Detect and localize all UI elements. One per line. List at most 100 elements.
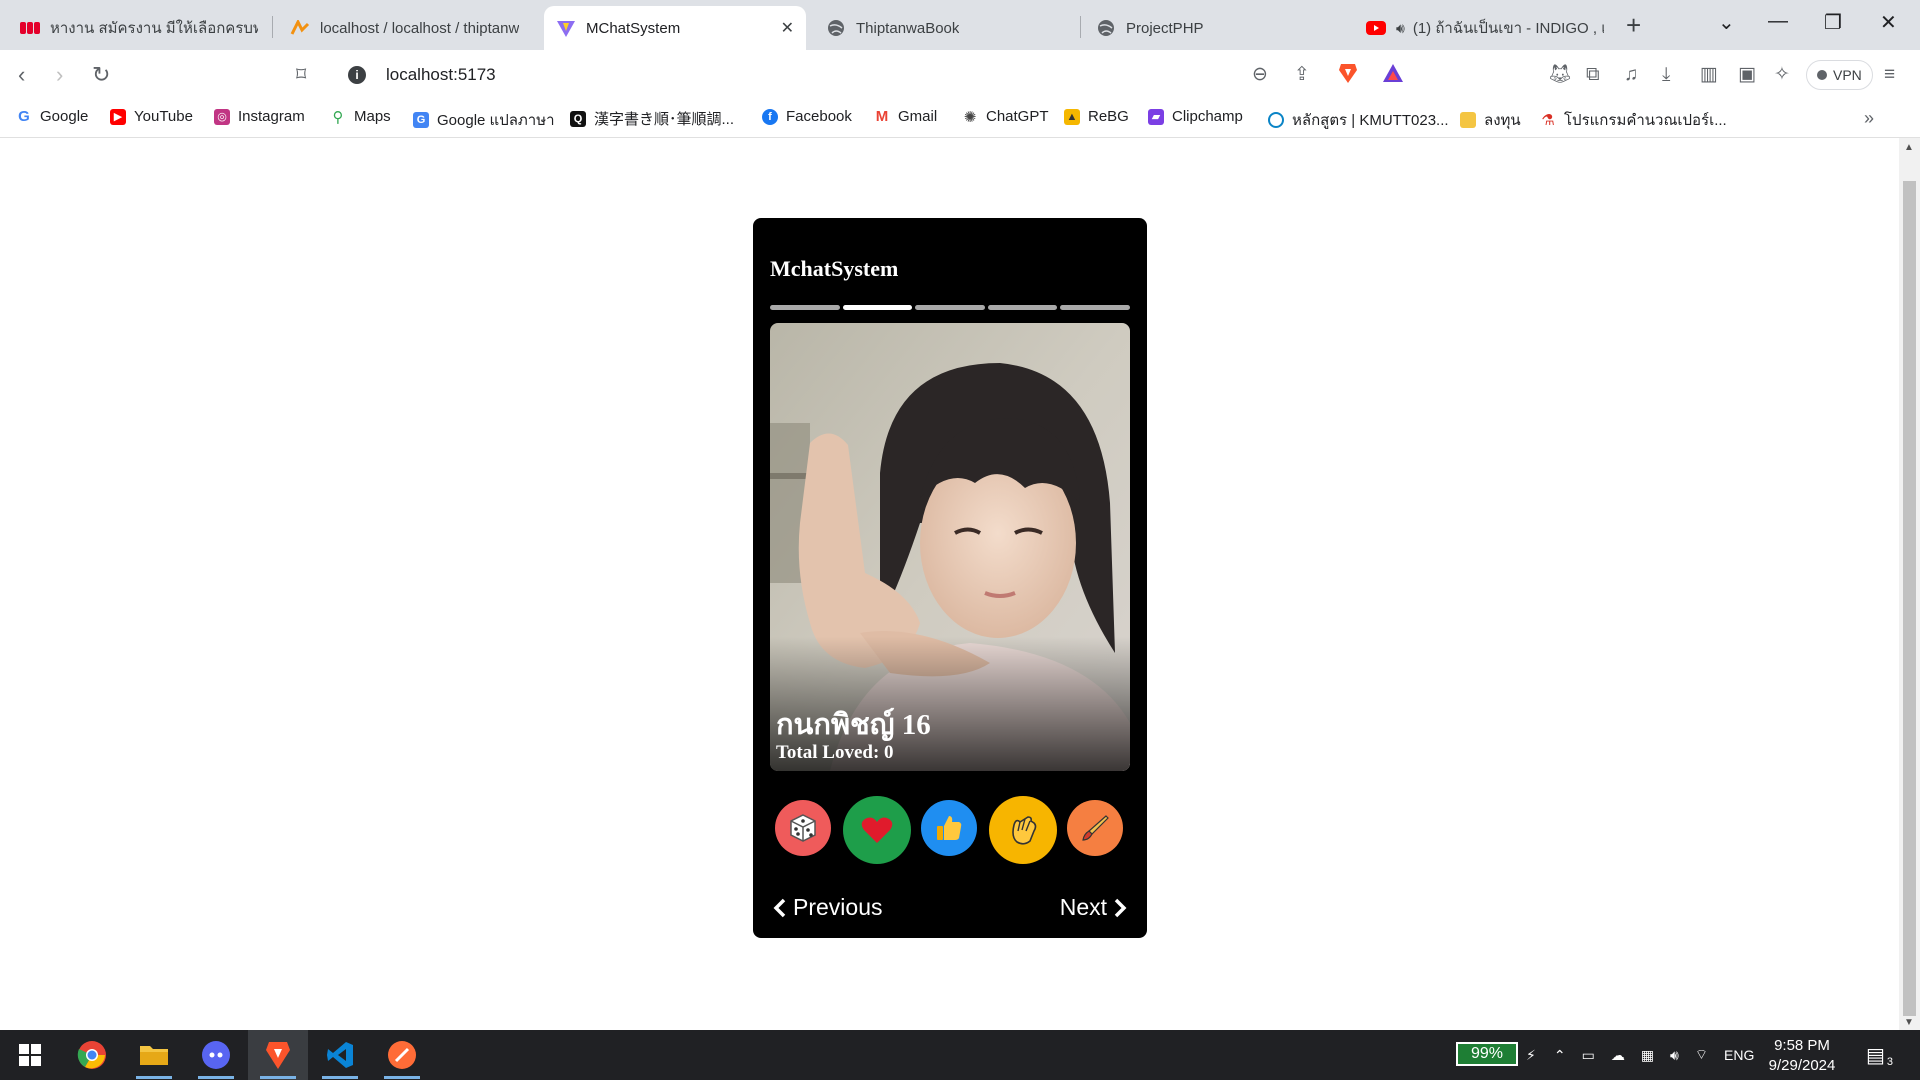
scroll-up-icon[interactable]: ▲ bbox=[1904, 142, 1914, 153]
thumbs-up-icon bbox=[937, 816, 962, 840]
vscode-taskbar[interactable] bbox=[310, 1030, 370, 1080]
maps-icon: ⚲ bbox=[330, 108, 346, 126]
site-info-icon[interactable]: i bbox=[348, 66, 366, 84]
leo-ai-icon[interactable]: ✧ bbox=[1774, 64, 1790, 86]
love-button[interactable] bbox=[843, 796, 911, 864]
scroll-thumb[interactable] bbox=[1903, 181, 1916, 1016]
charging-icon[interactable]: ⚡︎ bbox=[1526, 1047, 1536, 1064]
bookmark-kmutt[interactable]: หลักสูตร | KMUTT023... bbox=[1268, 108, 1449, 132]
brave-shield-icon[interactable] bbox=[1338, 62, 1358, 90]
globe-icon bbox=[1096, 18, 1116, 38]
wallet-icon[interactable]: ▣ bbox=[1738, 64, 1756, 86]
media-icon[interactable]: ♫ bbox=[1624, 64, 1638, 86]
progress-segment[interactable] bbox=[915, 305, 985, 310]
extensions-icon[interactable]: ⧉ bbox=[1586, 64, 1600, 86]
folder-icon bbox=[140, 1046, 168, 1065]
start-button[interactable] bbox=[0, 1030, 60, 1080]
taskbar: 99% ⚡︎ ⌃ ▭ ☁︎ ▦ 🔊︎ ⌔ ENG 9:58 PM 9/29/20… bbox=[0, 1030, 1920, 1080]
tab-phpmyadmin[interactable]: localhost / localhost / thiptanw bbox=[278, 6, 540, 50]
bookmark-label: Gmail bbox=[898, 108, 938, 125]
progress-segment[interactable] bbox=[842, 305, 913, 310]
bookmark-instagram[interactable]: ◎ Instagram bbox=[214, 108, 305, 125]
restore-button[interactable]: ❐ bbox=[1824, 10, 1842, 35]
bookmark-gmail[interactable]: M Gmail bbox=[874, 108, 937, 125]
chrome-taskbar[interactable] bbox=[62, 1030, 122, 1080]
vpn-button[interactable]: VPN bbox=[1806, 60, 1873, 90]
speaker-icon[interactable]: 🔊︎ bbox=[1396, 20, 1405, 37]
language-indicator[interactable]: ENG bbox=[1724, 1047, 1754, 1063]
battery-indicator[interactable]: 99% bbox=[1456, 1042, 1518, 1066]
tab-mchatsystem[interactable]: MChatSystem ✕ bbox=[544, 6, 806, 50]
bookmark-facebook[interactable]: f Facebook bbox=[762, 108, 852, 125]
clock[interactable]: 9:58 PM 9/29/2024 bbox=[1762, 1036, 1842, 1076]
volume-icon[interactable]: 🔊︎ bbox=[1670, 1047, 1679, 1064]
minimize-button[interactable]: — bbox=[1768, 10, 1788, 33]
youtube-icon bbox=[1366, 18, 1386, 38]
vscode-icon bbox=[327, 1042, 353, 1068]
profile-photo[interactable]: กนกพิชญ์ 16 Total Loved: 0 bbox=[770, 323, 1130, 771]
rebg-icon: ▲ bbox=[1064, 108, 1080, 125]
tab-jobs[interactable]: หางาน สมัครงาน มีให้เลือกครบทุกสา bbox=[8, 6, 270, 50]
battery-icon[interactable]: ▭ bbox=[1582, 1047, 1595, 1064]
progress-segment[interactable] bbox=[770, 305, 840, 310]
jobsdb-icon bbox=[20, 18, 40, 38]
bookmark-icon[interactable]: ⌑ bbox=[296, 62, 306, 88]
kanji-icon: Q bbox=[570, 110, 586, 127]
bookmark-rebg[interactable]: ▲ ReBG bbox=[1064, 108, 1129, 125]
more-bookmarks-icon[interactable]: » bbox=[1864, 108, 1874, 129]
notification-center-button[interactable]: ▤ 3 bbox=[1866, 1030, 1893, 1080]
bookmark-label: ReBG bbox=[1088, 108, 1129, 125]
close-window-button[interactable]: ✕ bbox=[1880, 10, 1897, 35]
close-tab-icon[interactable]: ✕ bbox=[773, 18, 794, 38]
bookmark-kanji[interactable]: Q 漢字書き順･筆順調... bbox=[570, 108, 734, 129]
onedrive-icon[interactable]: ☁︎ bbox=[1611, 1047, 1625, 1064]
menu-icon[interactable]: ≡ bbox=[1884, 64, 1895, 86]
forward-arrow-icon[interactable]: › bbox=[56, 62, 63, 88]
display-icon[interactable]: ▦ bbox=[1641, 1047, 1654, 1064]
next-button[interactable]: Next bbox=[1060, 894, 1127, 921]
tab-projectphp[interactable]: ProjectPHP bbox=[1084, 6, 1346, 50]
progress-segment[interactable] bbox=[987, 305, 1058, 310]
brush-icon bbox=[1082, 815, 1109, 841]
sidebar-icon[interactable]: ▥ bbox=[1700, 64, 1718, 86]
like-button[interactable] bbox=[921, 800, 977, 856]
brave-taskbar[interactable] bbox=[248, 1030, 308, 1080]
download-icon[interactable]: ⤓ bbox=[1662, 64, 1670, 86]
tab-search-chevron-icon[interactable]: ⌄ bbox=[1718, 10, 1735, 35]
edit-button[interactable] bbox=[1067, 800, 1123, 856]
progress-segment[interactable] bbox=[1060, 305, 1130, 310]
metamask-icon[interactable]: 🦊︎ bbox=[1548, 64, 1572, 86]
file-explorer-taskbar[interactable] bbox=[124, 1030, 184, 1080]
back-arrow-icon[interactable]: ‹ bbox=[18, 62, 25, 88]
bookmark-google[interactable]: G Google bbox=[16, 108, 88, 125]
url-text: localhost:5173 bbox=[386, 65, 496, 84]
scrollbar[interactable]: ▲ ▼ bbox=[1899, 138, 1920, 1030]
bookmark-folder-invest[interactable]: ลงทุน bbox=[1460, 108, 1521, 132]
brave-rewards-icon[interactable] bbox=[1382, 63, 1404, 89]
tab-thiptanwabook[interactable]: ThiptanwaBook bbox=[814, 6, 1076, 50]
tab-title: MChatSystem bbox=[586, 19, 681, 37]
scroll-down-icon[interactable]: ▼ bbox=[1904, 1017, 1914, 1028]
clap-icon bbox=[1012, 816, 1037, 845]
tab-youtube-music[interactable]: 🔊︎ (1) ถ้าฉันเป็นเขา - INDIGO , แ bbox=[1354, 6, 1616, 50]
bookmark-youtube[interactable]: ▶ YouTube bbox=[110, 108, 193, 125]
bookmark-chatgpt[interactable]: ✺ ChatGPT bbox=[962, 108, 1049, 126]
wifi-icon[interactable]: ⌔ bbox=[1695, 1046, 1708, 1064]
previous-label: Previous bbox=[793, 894, 883, 920]
clap-button[interactable] bbox=[989, 796, 1057, 864]
bookmark-clipchamp[interactable]: ▰ Clipchamp bbox=[1148, 108, 1243, 125]
zoom-icon[interactable]: ⊖ bbox=[1252, 64, 1268, 86]
postman-taskbar[interactable] bbox=[372, 1030, 432, 1080]
new-tab-button[interactable]: + bbox=[1626, 12, 1641, 38]
share-icon[interactable]: ⇪ bbox=[1294, 64, 1310, 86]
reload-icon[interactable]: ↻ bbox=[92, 62, 110, 88]
previous-button[interactable]: Previous bbox=[773, 894, 882, 921]
bookmark-maps[interactable]: ⚲ Maps bbox=[330, 108, 391, 126]
bookmark-label: Instagram bbox=[238, 108, 305, 125]
app-title: MchatSystem bbox=[770, 256, 899, 281]
bookmark-calculator[interactable]: ⚗ โปรแกรมคำนวณเปอร์เ... bbox=[1540, 108, 1727, 132]
show-hidden-icons-icon[interactable]: ⌃ bbox=[1554, 1047, 1566, 1064]
random-button[interactable] bbox=[775, 800, 831, 856]
discord-taskbar[interactable] bbox=[186, 1030, 246, 1080]
bookmark-translate[interactable]: G Google แปลภาษา bbox=[413, 108, 555, 132]
